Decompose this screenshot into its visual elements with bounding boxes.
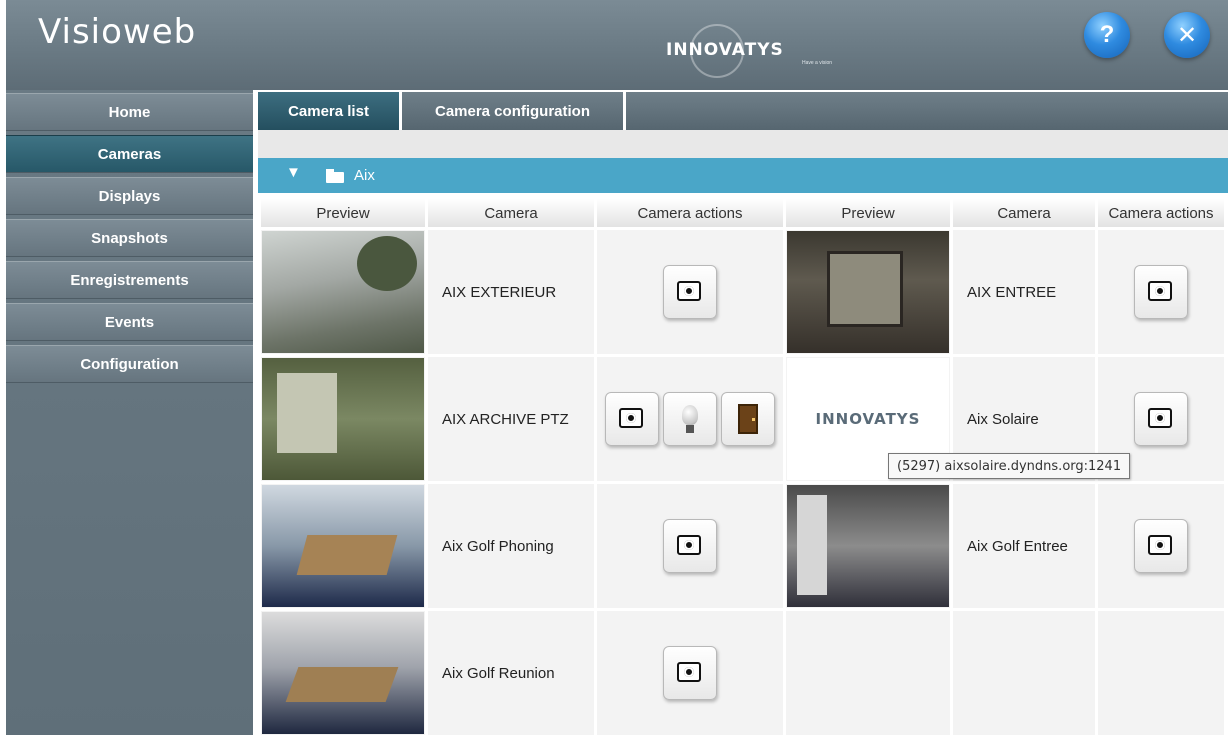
group-name: Aix bbox=[354, 167, 375, 184]
camera-icon bbox=[677, 281, 701, 301]
camera-preview-image[interactable] bbox=[262, 612, 424, 734]
sidebar-item-configuration[interactable]: Configuration bbox=[6, 345, 253, 383]
camera-actions-cell bbox=[1098, 484, 1224, 608]
camera-actions-cell bbox=[597, 230, 783, 354]
empty-cell bbox=[1098, 611, 1224, 735]
preview-cell bbox=[261, 357, 425, 481]
camera-preview-image[interactable] bbox=[262, 358, 424, 480]
tree-shape bbox=[357, 236, 417, 291]
expand-arrow-icon[interactable]: ▼ bbox=[286, 164, 301, 181]
camera-icon bbox=[677, 662, 701, 682]
camera-name: Aix Golf Entree bbox=[953, 484, 1095, 608]
camera-actions-cell bbox=[597, 484, 783, 608]
camera-icon bbox=[619, 408, 643, 428]
camera-icon bbox=[1148, 408, 1172, 428]
snapshot-button[interactable] bbox=[605, 392, 659, 446]
column-header-camera-actions: Camera actions bbox=[597, 199, 783, 227]
empty-cell bbox=[953, 611, 1095, 735]
sidebar-item-displays[interactable]: Displays bbox=[6, 177, 253, 215]
close-icon: ✕ bbox=[1176, 21, 1198, 49]
close-button[interactable]: ✕ bbox=[1164, 12, 1210, 58]
camera-icon bbox=[1148, 281, 1172, 301]
logo-tagline: Have a vision bbox=[801, 60, 832, 66]
sidebar-item-events[interactable]: Events bbox=[6, 303, 253, 341]
sidebar-item-snapshots[interactable]: Snapshots bbox=[6, 219, 253, 257]
table-row: Aix Golf Reunion bbox=[261, 611, 1224, 735]
snapshot-button[interactable] bbox=[663, 646, 717, 700]
camera-name: AIX ARCHIVE PTZ bbox=[428, 357, 594, 481]
light-button[interactable] bbox=[663, 392, 717, 446]
preview-cell bbox=[786, 484, 950, 608]
innovatys-logo: INNOVATYS Have a vision bbox=[666, 24, 836, 78]
door-button[interactable] bbox=[721, 392, 775, 446]
camera-icon bbox=[1148, 535, 1172, 555]
snapshot-button[interactable] bbox=[663, 519, 717, 573]
snapshot-button[interactable] bbox=[1134, 265, 1188, 319]
column-header-camera: Camera bbox=[953, 199, 1095, 227]
camera-address-tooltip: (5297) aixsolaire.dyndns.org:1241 bbox=[888, 453, 1131, 479]
logo-text: INNOVATYS bbox=[666, 40, 784, 60]
snapshot-button[interactable] bbox=[1134, 519, 1188, 573]
table-header-row: Preview Camera Camera actions Preview Ca… bbox=[261, 199, 1224, 227]
camera-preview-image[interactable] bbox=[787, 485, 949, 607]
preview-cell bbox=[261, 484, 425, 608]
column-header-preview: Preview bbox=[261, 199, 425, 227]
column-header-camera-actions: Camera actions bbox=[1098, 199, 1224, 227]
tab-camera-list[interactable]: Camera list bbox=[258, 92, 402, 130]
preview-cell bbox=[786, 230, 950, 354]
snapshot-button[interactable] bbox=[663, 265, 717, 319]
sidebar: Home Cameras Displays Snapshots Enregist… bbox=[6, 90, 253, 735]
table-shape bbox=[285, 667, 399, 702]
camera-name: Aix Golf Reunion bbox=[428, 611, 594, 735]
camera-actions-cell bbox=[1098, 230, 1224, 354]
camera-name: AIX EXTERIEUR bbox=[428, 230, 594, 354]
help-button[interactable]: ? bbox=[1084, 12, 1130, 58]
tab-bar: Camera list Camera configuration bbox=[258, 92, 1228, 130]
sidebar-item-cameras[interactable]: Cameras bbox=[6, 135, 253, 173]
table-row: Aix Golf Phoning Aix Golf Entree bbox=[261, 484, 1224, 608]
wall-shape bbox=[797, 495, 827, 595]
empty-cell bbox=[786, 611, 950, 735]
camera-group-header[interactable]: ▼ Aix bbox=[258, 158, 1228, 193]
snapshot-button[interactable] bbox=[1134, 392, 1188, 446]
camera-actions-cell bbox=[597, 611, 783, 735]
door-icon bbox=[738, 404, 758, 434]
bulb-icon bbox=[682, 405, 698, 433]
toolbar-strip bbox=[258, 130, 1228, 158]
header: Visioweb INNOVATYS Have a vision ? ✕ bbox=[6, 0, 1228, 90]
camera-preview-image[interactable] bbox=[262, 485, 424, 607]
camera-name: Aix Golf Phoning bbox=[428, 484, 594, 608]
camera-name: AIX ENTREE bbox=[953, 230, 1095, 354]
camera-icon bbox=[677, 535, 701, 555]
camera-actions-cell bbox=[597, 357, 783, 481]
sidebar-item-enregistrements[interactable]: Enregistrements bbox=[6, 261, 253, 299]
preview-cell bbox=[261, 230, 425, 354]
preview-cell bbox=[261, 611, 425, 735]
sidebar-item-home[interactable]: Home bbox=[6, 93, 253, 131]
column-header-camera: Camera bbox=[428, 199, 594, 227]
column-header-preview: Preview bbox=[786, 199, 950, 227]
shelf-shape bbox=[277, 373, 337, 453]
question-icon: ? bbox=[1099, 21, 1115, 48]
folder-icon bbox=[326, 169, 344, 183]
app-title: Visioweb bbox=[38, 12, 197, 52]
table-row: AIX EXTERIEUR AIX ENTREE bbox=[261, 230, 1224, 354]
tab-camera-configuration[interactable]: Camera configuration bbox=[402, 92, 626, 130]
camera-preview-image[interactable] bbox=[787, 231, 949, 353]
door-shape bbox=[827, 251, 903, 327]
logo-placeholder: INNOVATYS bbox=[815, 410, 921, 428]
table-shape bbox=[296, 535, 398, 575]
camera-preview-image[interactable] bbox=[262, 231, 424, 353]
